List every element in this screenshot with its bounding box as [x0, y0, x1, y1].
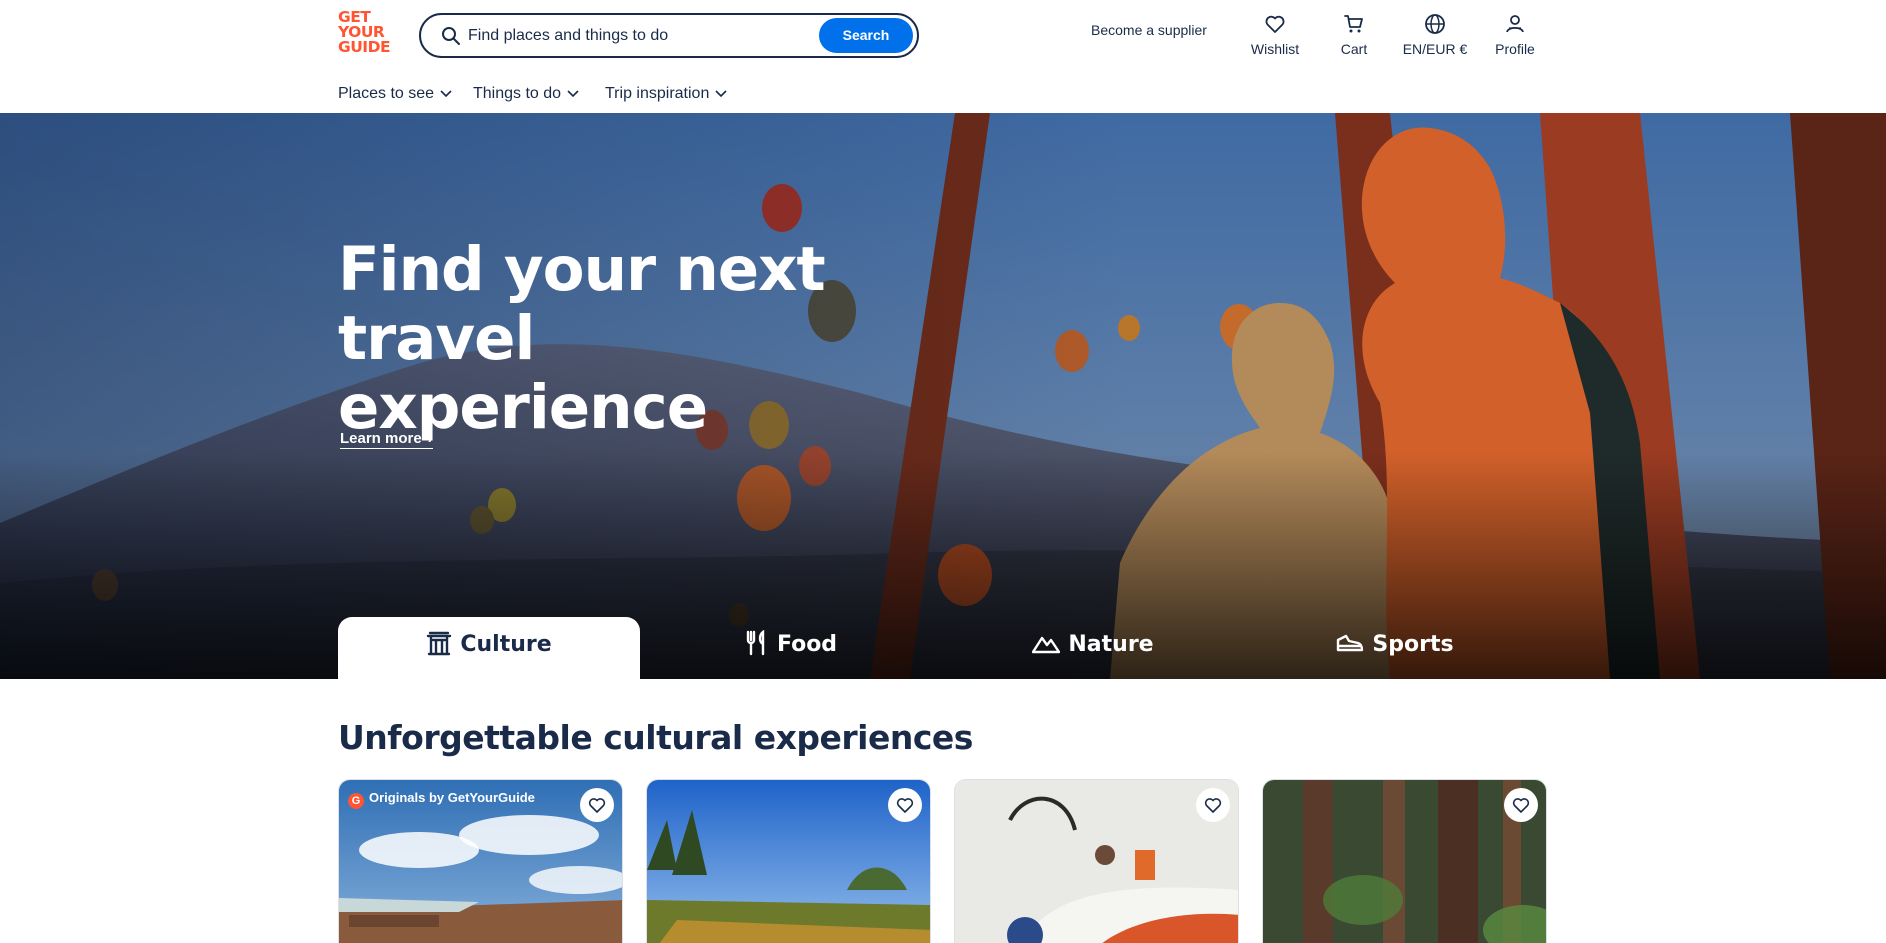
cart-button[interactable]: Cart [1336, 12, 1372, 57]
cart-label: Cart [1340, 41, 1368, 57]
chevron-down-icon [440, 90, 452, 97]
wishlist-heart-button[interactable] [580, 788, 614, 822]
heart-icon [588, 798, 606, 813]
sneaker-icon [1337, 634, 1364, 652]
profile-button[interactable]: Profile [1491, 12, 1539, 57]
fork-knife-icon [746, 630, 765, 656]
originals-badge: G Originals by GetYourGuide [348, 790, 535, 809]
nav-label: Trip inspiration [605, 85, 710, 102]
heart-icon [1512, 798, 1530, 813]
activity-card[interactable]: G Originals by GetYourGuide [338, 779, 623, 943]
tab-food[interactable]: Food [640, 617, 942, 679]
tab-nature[interactable]: Nature [942, 617, 1244, 679]
tab-label: Culture [460, 632, 552, 657]
activity-card[interactable] [954, 779, 1239, 943]
nav-label: Places to see [338, 85, 435, 102]
search-input[interactable]: Find places and things to do [468, 15, 668, 56]
tab-culture[interactable]: Culture [338, 617, 640, 679]
hero-title: Find your next travel experience [338, 235, 998, 442]
language-currency-button[interactable]: EN/EUR € [1399, 12, 1471, 57]
hero-banner: Find your next travel experience Learn m… [0, 113, 1886, 679]
globe-icon [1425, 14, 1445, 34]
profile-label: Profile [1495, 41, 1535, 57]
nav-label: Things to do [473, 85, 562, 102]
mountain-icon [1032, 636, 1061, 654]
nav-trip-inspiration[interactable]: Trip inspiration [605, 85, 727, 103]
nav-things-to-do[interactable]: Things to do [473, 85, 579, 103]
chevron-down-icon [567, 90, 579, 97]
chevron-right-icon: › [427, 430, 433, 447]
tab-label: Food [776, 632, 838, 657]
badge-label: Originals by GetYourGuide [369, 790, 535, 805]
heart-icon [896, 798, 914, 813]
temple-icon [427, 631, 452, 656]
wishlist-heart-button[interactable] [1504, 788, 1538, 822]
learn-more-label: Learn more [340, 430, 422, 447]
profile-icon [1506, 15, 1524, 33]
cart-icon [1344, 15, 1363, 33]
search-bar[interactable]: Find places and things to do Search [419, 13, 919, 58]
heart-icon [1204, 798, 1222, 813]
wishlist-button[interactable]: Wishlist [1246, 12, 1304, 57]
logo-line-3: GUIDE [338, 38, 391, 56]
wishlist-heart-button[interactable] [888, 788, 922, 822]
language-label: EN/EUR € [1402, 41, 1468, 57]
search-icon [442, 27, 460, 45]
search-button[interactable]: Search [819, 18, 913, 53]
learn-more-link[interactable]: Learn more › [340, 430, 433, 449]
tab-sports[interactable]: Sports [1244, 617, 1546, 679]
nav-places-to-see[interactable]: Places to see [338, 85, 452, 103]
getyourguide-g-icon: G [348, 793, 364, 809]
heart-icon [1265, 15, 1285, 33]
activity-card[interactable] [646, 779, 931, 943]
activity-card[interactable] [1262, 779, 1547, 943]
site-header: GET YOUR GUIDE Find places and things to… [0, 0, 1886, 113]
category-tabs: Culture Food Nature Sports [338, 617, 1547, 679]
hero-title-line1: Find your next travel [338, 234, 826, 374]
wishlist-heart-button[interactable] [1196, 788, 1230, 822]
getyourguide-logo[interactable]: GET YOUR GUIDE [338, 9, 398, 56]
tab-label: Nature [1068, 632, 1154, 657]
become-supplier-link[interactable]: Become a supplier [1091, 22, 1207, 38]
chevron-down-icon [715, 90, 727, 97]
tab-label: Sports [1372, 632, 1454, 657]
wishlist-label: Wishlist [1250, 41, 1300, 57]
section-title: Unforgettable cultural experiences [338, 718, 973, 757]
